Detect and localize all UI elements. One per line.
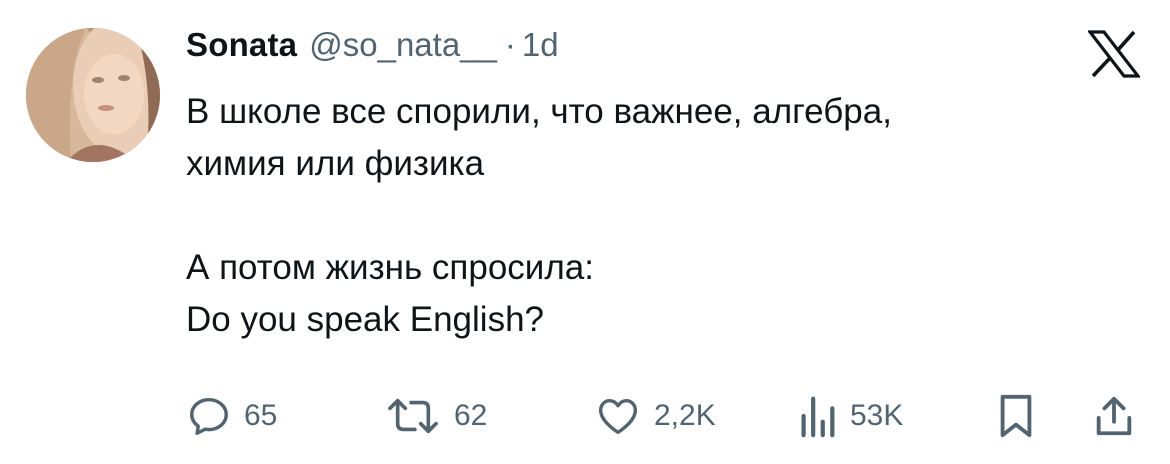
views-count: 53K bbox=[850, 399, 904, 432]
repost-button[interactable]: 62 bbox=[384, 392, 487, 440]
views-button[interactable]: 53K bbox=[796, 392, 903, 440]
views-icon bbox=[801, 396, 835, 438]
repost-icon bbox=[388, 398, 438, 434]
tweet-text: В школе все спорили, что важнее, алгебра… bbox=[186, 92, 892, 339]
tweet-card: Sonata @so_nata__ · 1d В школе все спори… bbox=[0, 0, 1170, 464]
bookmark-icon bbox=[1000, 394, 1032, 438]
reply-button[interactable]: 65 bbox=[186, 392, 277, 440]
avatar-photo bbox=[26, 28, 160, 162]
bookmark-button[interactable] bbox=[996, 392, 1036, 440]
avatar[interactable] bbox=[26, 28, 160, 162]
author-handle[interactable]: @so_nata__ bbox=[309, 26, 497, 64]
tweet-header: Sonata @so_nata__ · 1d bbox=[186, 26, 559, 70]
like-button[interactable]: 2,2K bbox=[594, 392, 716, 440]
heart-icon bbox=[598, 398, 638, 435]
reply-icon bbox=[190, 397, 228, 435]
tweet-timestamp[interactable]: 1d bbox=[522, 26, 559, 64]
share-icon bbox=[1096, 396, 1132, 436]
repost-count: 62 bbox=[454, 399, 488, 432]
author-display-name[interactable]: Sonata bbox=[186, 26, 297, 64]
like-count: 2,2K bbox=[654, 399, 716, 432]
share-button[interactable] bbox=[1092, 392, 1136, 440]
reply-count: 65 bbox=[244, 399, 278, 432]
x-logo-icon bbox=[1088, 30, 1140, 78]
header-separator: · bbox=[504, 26, 516, 63]
